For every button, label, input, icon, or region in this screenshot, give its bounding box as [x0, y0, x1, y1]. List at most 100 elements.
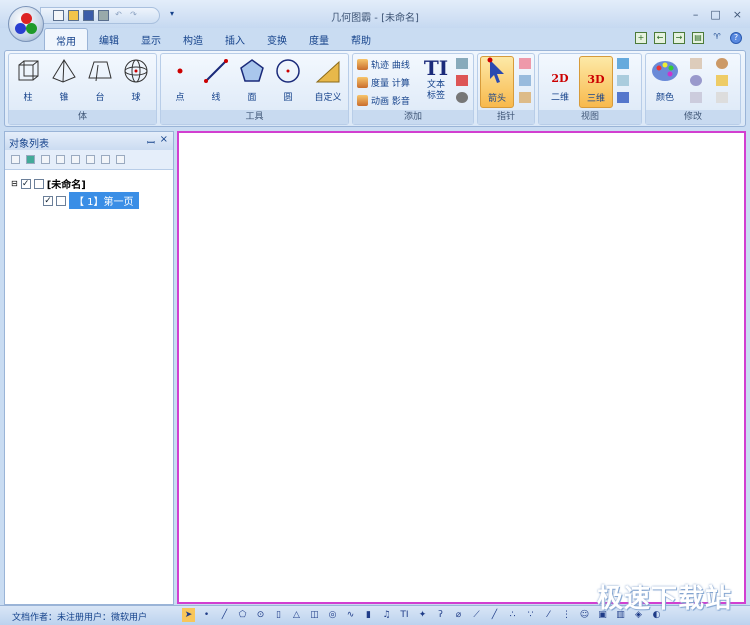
tab-transform[interactable]: 变换: [256, 28, 298, 50]
maximize-button[interactable]: □: [710, 8, 720, 21]
point-button[interactable]: 点: [163, 58, 197, 103]
tab-home[interactable]: 常用: [44, 28, 88, 50]
panel-close-icon[interactable]: ×: [160, 134, 168, 145]
bottom-tool-19-icon[interactable]: ∵: [524, 608, 537, 622]
pen-icon[interactable]: [519, 92, 531, 103]
text-label-button[interactable]: TI 文本 标签: [419, 56, 453, 102]
layout-icon[interactable]: ▤: [692, 32, 704, 44]
hide-icon[interactable]: [456, 92, 468, 103]
app-menu-button[interactable]: [8, 6, 44, 42]
frustum-button[interactable]: 台: [83, 58, 117, 103]
line-button[interactable]: 线: [199, 58, 233, 103]
tab-display[interactable]: 显示: [130, 28, 172, 50]
right-icon[interactable]: [101, 155, 110, 164]
move-down-icon[interactable]: [56, 155, 65, 164]
checkbox[interactable]: ✓: [43, 195, 53, 206]
pin-icon[interactable]: ꟷ: [147, 135, 155, 149]
select-line-icon[interactable]: [519, 75, 531, 86]
print-icon[interactable]: [98, 10, 109, 21]
add-page-icon[interactable]: +: [635, 32, 647, 44]
tab-measure[interactable]: 度量: [298, 28, 340, 50]
tab-edit[interactable]: 编辑: [88, 28, 130, 50]
redo-icon[interactable]: ↷: [128, 10, 139, 21]
customize-qat-icon[interactable]: ▾: [170, 9, 174, 18]
help-icon[interactable]: ?: [730, 32, 742, 44]
move-up-icon[interactable]: [41, 155, 50, 164]
axes-3d-icon[interactable]: [617, 58, 629, 69]
style-icon[interactable]: [690, 92, 702, 103]
prism-button[interactable]: 柱: [11, 58, 45, 103]
cut-icon[interactable]: [116, 155, 125, 164]
bottom-tool-9-icon[interactable]: ∿: [344, 608, 357, 622]
disabled-icon[interactable]: [716, 92, 728, 103]
select-point-icon[interactable]: [519, 58, 531, 69]
bottom-tool-11-icon[interactable]: ♫: [380, 608, 393, 622]
left-icon[interactable]: [86, 155, 95, 164]
bottom-tool-13-icon[interactable]: ✦: [416, 608, 429, 622]
ball-icon[interactable]: [690, 75, 702, 86]
drawing-canvas[interactable]: [177, 131, 746, 604]
function-icon[interactable]: [456, 75, 468, 86]
measure-calc-button[interactable]: 度量 计算: [357, 76, 410, 89]
tab-insert[interactable]: 插入: [214, 28, 256, 50]
settings-icon[interactable]: [716, 58, 728, 69]
bottom-tool-10-icon[interactable]: ▮: [362, 608, 375, 622]
bottom-tool-17-icon[interactable]: ╱: [488, 608, 501, 622]
watermark: 极速下载站: [596, 584, 732, 614]
next-page-icon[interactable]: →: [673, 32, 685, 44]
prev-page-icon[interactable]: ←: [654, 32, 666, 44]
save-icon[interactable]: [83, 10, 94, 21]
bottom-tool-4-icon[interactable]: ⊙: [254, 608, 267, 622]
color-button[interactable]: 颜色: [648, 58, 682, 103]
tab-help[interactable]: 帮助: [340, 28, 382, 50]
rotate-icon[interactable]: [617, 92, 629, 103]
tree-page[interactable]: ✓ 【 1】第一页: [43, 192, 139, 209]
refresh-icon[interactable]: [26, 155, 35, 164]
brush-icon[interactable]: [690, 58, 702, 69]
3d-view-button[interactable]: 3D 三维: [579, 56, 613, 108]
animation-icon: [357, 95, 368, 106]
checkbox[interactable]: ✓: [20, 178, 31, 189]
bottom-tool-7-icon[interactable]: ◫: [308, 608, 321, 622]
close-button[interactable]: ×: [733, 8, 742, 21]
bottom-tool-3-icon[interactable]: ⬠: [236, 608, 249, 622]
undo-icon[interactable]: ↶: [113, 10, 124, 21]
circle-button[interactable]: 圆: [271, 58, 305, 103]
open-icon[interactable]: [68, 10, 79, 21]
animation-media-button[interactable]: 动画 影音: [357, 94, 410, 107]
bottom-tool-2-icon[interactable]: ╱: [218, 608, 231, 622]
bottom-tool-20-icon[interactable]: ⁄: [542, 608, 555, 622]
grid-icon[interactable]: [617, 75, 629, 86]
bottom-tool-14-icon[interactable]: ʔ: [434, 608, 447, 622]
minimize-button[interactable]: –: [693, 8, 699, 21]
panel-title: 对象列表: [9, 139, 49, 150]
quick-access-toolbar: ↶ ↷: [40, 7, 160, 24]
cone-button[interactable]: 锥: [47, 58, 81, 103]
bottom-tool-8-icon[interactable]: ◎: [326, 608, 339, 622]
tab-construct[interactable]: 构造: [172, 28, 214, 50]
bottom-tool-12-icon[interactable]: TI: [398, 608, 411, 622]
bottom-tool-6-icon[interactable]: △: [290, 608, 303, 622]
polygon-button[interactable]: 面: [235, 58, 269, 103]
arrow-button[interactable]: 箭头: [480, 56, 514, 108]
frustum-icon: [88, 61, 112, 82]
bottom-tool-15-icon[interactable]: ⌀: [452, 608, 465, 622]
properties-icon[interactable]: [716, 75, 728, 86]
locus-curve-button[interactable]: 轨迹 曲线: [357, 58, 410, 71]
add-icon[interactable]: [71, 155, 80, 164]
bottom-tool-1-icon[interactable]: •: [200, 608, 213, 622]
bottom-tool-0-icon[interactable]: ➤: [182, 608, 195, 622]
bottom-tool-21-icon[interactable]: ⋮: [560, 608, 573, 622]
bottom-tool-16-icon[interactable]: ⟋: [470, 608, 483, 622]
axis-icon[interactable]: [456, 58, 468, 69]
sphere-button[interactable]: 球: [119, 58, 153, 103]
custom-tool-button[interactable]: 自定义: [311, 58, 345, 103]
expand-icon[interactable]: [11, 155, 20, 164]
bottom-tool-18-icon[interactable]: ∴: [506, 608, 519, 622]
bottom-tool-22-icon[interactable]: ☺: [578, 608, 591, 622]
bottom-tool-5-icon[interactable]: ▯: [272, 608, 285, 622]
2d-view-button[interactable]: 2D 二维: [543, 58, 577, 103]
skin-icon[interactable]: ♈: [711, 32, 723, 44]
tree-root[interactable]: ⊟ ✓ [未命名]: [11, 176, 86, 191]
new-icon[interactable]: [53, 10, 64, 21]
